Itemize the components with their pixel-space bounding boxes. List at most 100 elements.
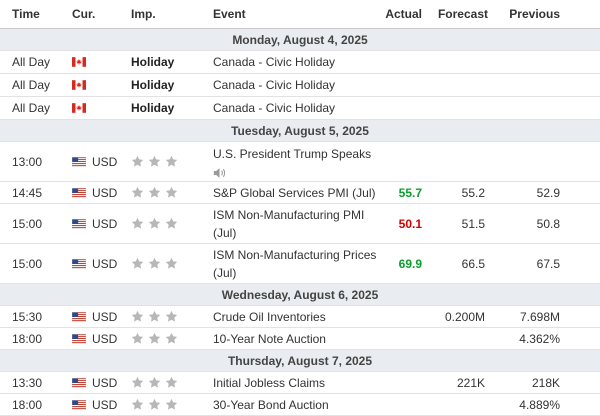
event-currency: USD: [72, 244, 117, 283]
event-previous: 52.9: [536, 185, 560, 200]
header-event[interactable]: Event: [213, 0, 385, 28]
table-row[interactable]: 15:00 USD ISM Non-Manufacturing Prices (…: [0, 244, 600, 284]
star-icon: [165, 376, 178, 389]
us-flag-icon: [72, 157, 86, 167]
star-icon: [165, 186, 178, 199]
canada-flag-icon: [72, 57, 86, 67]
event-previous: 4.889%: [519, 397, 560, 412]
star-icon: [165, 257, 178, 270]
importance-stars: [131, 204, 178, 243]
event-importance: Holiday: [131, 78, 175, 92]
event-name[interactable]: 10-Year Note Auction: [213, 328, 385, 349]
event-previous: 50.8: [536, 216, 560, 231]
star-icon: [148, 257, 161, 270]
event-name[interactable]: S&P Global Services PMI (Jul): [213, 182, 385, 203]
event-currency: [72, 74, 92, 96]
currency-code: USD: [92, 331, 118, 346]
event-forecast: 66.5: [461, 256, 485, 271]
canada-flag-icon: [72, 103, 86, 113]
event-name[interactable]: U.S. President Trump Speaks: [213, 145, 371, 163]
header-time[interactable]: Time: [12, 0, 40, 28]
us-flag-icon: [72, 188, 86, 198]
us-flag-icon: [72, 219, 86, 229]
event-name[interactable]: Canada - Civic Holiday: [213, 97, 385, 119]
event-currency: USD: [72, 372, 117, 393]
event-name[interactable]: Canada - Civic Holiday: [213, 74, 385, 96]
star-icon: [131, 217, 144, 230]
us-flag-icon: [72, 334, 86, 344]
table-row[interactable]: 15:30 USD Crude Oil Inventories 0.200M 7…: [0, 306, 600, 328]
star-icon: [165, 332, 178, 345]
event-currency: [72, 97, 92, 119]
event-name[interactable]: ISM Non-Manufacturing PMI (Jul): [213, 204, 385, 243]
table-row[interactable]: 15:00 USD ISM Non-Manufacturing PMI (Jul…: [0, 204, 600, 244]
event-currency: USD: [72, 182, 117, 203]
header-currency[interactable]: Cur.: [72, 0, 95, 28]
table-header: Time Cur. Imp. Event Actual Forecast Pre…: [0, 0, 600, 29]
us-flag-icon: [72, 378, 86, 388]
event-name[interactable]: Initial Jobless Claims: [213, 372, 385, 393]
event-forecast: 51.5: [461, 216, 485, 231]
event-time: 13:30: [12, 375, 43, 390]
star-icon: [165, 217, 178, 230]
event-importance: Holiday: [131, 101, 175, 115]
event-cell: U.S. President Trump Speaks: [213, 142, 385, 181]
event-name[interactable]: ISM Non-Manufacturing Prices (Jul): [213, 244, 385, 283]
event-forecast: 0.200M: [444, 309, 485, 324]
star-icon: [131, 398, 144, 411]
event-importance: Holiday: [131, 55, 175, 69]
event-previous: 218K: [531, 375, 560, 390]
header-actual[interactable]: Actual: [385, 0, 422, 28]
event-previous: 4.362%: [519, 331, 560, 346]
table-row[interactable]: All Day Holiday Canada - Civic Holiday: [0, 97, 600, 120]
event-time: All Day: [12, 55, 51, 69]
table-row[interactable]: 18:00 USD 10-Year Note Auction 4.362%: [0, 328, 600, 350]
star-icon: [131, 155, 144, 168]
event-time: All Day: [12, 101, 51, 115]
currency-code: USD: [92, 397, 118, 412]
event-currency: USD: [72, 328, 117, 349]
us-flag-icon: [72, 312, 86, 322]
table-row[interactable]: All Day Holiday Canada - Civic Holiday: [0, 51, 600, 74]
event-time: 15:30: [12, 309, 43, 324]
header-importance[interactable]: Imp.: [131, 0, 156, 28]
event-time: All Day: [12, 78, 51, 92]
us-flag-icon: [72, 259, 86, 269]
event-forecast: 221K: [456, 375, 485, 390]
table-row[interactable]: 18:00 USD 30-Year Bond Auction 4.889%: [0, 394, 600, 416]
event-actual: 50.1: [398, 216, 422, 231]
star-icon: [148, 310, 161, 323]
event-currency: USD: [72, 394, 117, 415]
event-name[interactable]: 30-Year Bond Auction: [213, 394, 385, 415]
event-actual: 69.9: [398, 256, 422, 271]
currency-code: USD: [92, 375, 118, 390]
speaker-icon[interactable]: [213, 167, 226, 179]
day-header: Thursday, August 7, 2025: [0, 350, 600, 372]
table-row[interactable]: 13:00 USD U.S. President Trump Speaks: [0, 142, 600, 182]
star-icon: [131, 257, 144, 270]
star-icon: [148, 155, 161, 168]
header-forecast[interactable]: Forecast: [438, 0, 488, 28]
header-previous[interactable]: Previous: [509, 0, 560, 28]
star-icon: [165, 155, 178, 168]
event-previous: 7.698M: [519, 309, 560, 324]
day-header: Monday, August 4, 2025: [0, 29, 600, 51]
importance-stars: [131, 328, 178, 349]
star-icon: [131, 186, 144, 199]
day-header: Wednesday, August 6, 2025: [0, 284, 600, 306]
table-row[interactable]: 14:45 USD S&P Global Services PMI (Jul) …: [0, 182, 600, 204]
importance-stars: [131, 306, 178, 327]
importance-stars: [131, 372, 178, 393]
event-time: 13:00: [12, 154, 43, 169]
event-name[interactable]: Canada - Civic Holiday: [213, 51, 385, 73]
star-icon: [148, 217, 161, 230]
canada-flag-icon: [72, 80, 86, 90]
table-row[interactable]: All Day Holiday Canada - Civic Holiday: [0, 74, 600, 97]
star-icon: [165, 310, 178, 323]
event-name[interactable]: Crude Oil Inventories: [213, 306, 385, 327]
star-icon: [148, 186, 161, 199]
star-icon: [148, 376, 161, 389]
event-currency: USD: [72, 142, 117, 181]
day-header: Tuesday, August 5, 2025: [0, 120, 600, 142]
table-row[interactable]: 13:30 USD Initial Jobless Claims 221K 21…: [0, 372, 600, 394]
